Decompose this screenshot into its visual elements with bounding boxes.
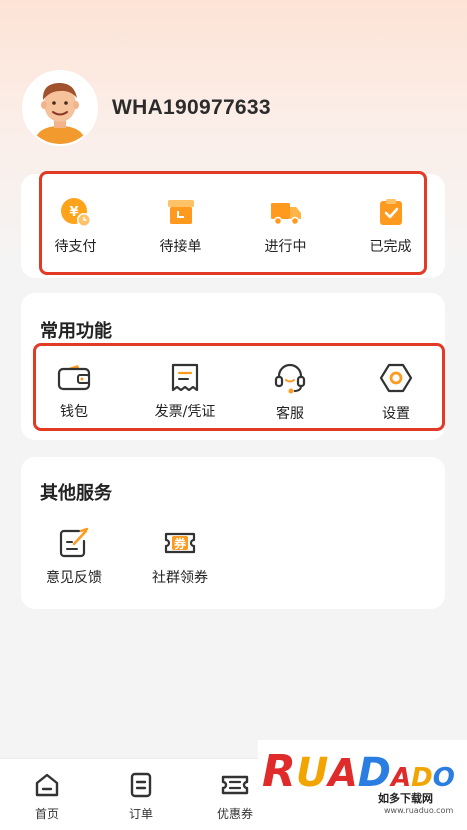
order-pending-payment[interactable]: ¥ 待支付 <box>41 196 110 256</box>
truck-icon <box>270 203 301 226</box>
common-functions-row: 钱包 发票/凭证 客服 设置 <box>36 361 442 423</box>
profile-header: WHA190977633 <box>22 70 271 146</box>
tab-home-label: 首页 <box>34 807 59 821</box>
settings-label: 设置 <box>382 406 410 422</box>
username: WHA190977633 <box>112 96 271 119</box>
wallet-coin-icon: ¥ <box>60 198 91 227</box>
watermark-url: www.ruaduo.com <box>384 806 454 815</box>
order-completed[interactable]: 已完成 <box>356 196 425 256</box>
feedback-entry[interactable]: 意见反馈 <box>37 527 111 587</box>
tab-coupons-label: 优惠券 <box>216 807 253 821</box>
other-services-card: 其他服务 意见反馈 券 社群领券 <box>21 457 445 609</box>
feedback-label: 意见反馈 <box>46 570 102 586</box>
community-coupon-entry[interactable]: 券 社群领券 <box>143 527 217 587</box>
order-icon <box>130 772 152 798</box>
customer-service-entry[interactable]: 客服 <box>252 361 328 423</box>
watermark-subtitle: 如多下载网 <box>378 792 433 805</box>
invoice-entry[interactable]: 发票/凭证 <box>140 361 230 423</box>
order-in-progress[interactable]: 进行中 <box>251 196 320 256</box>
wallet-icon <box>57 365 91 391</box>
coupon-icon: 券 <box>164 532 196 554</box>
coupon-glyph: 券 <box>173 536 187 551</box>
tab-orders-label: 订单 <box>128 807 153 821</box>
customer-service-label: 客服 <box>276 406 304 422</box>
order-in-progress-label: 进行中 <box>264 239 307 255</box>
box-clock-icon <box>167 200 194 224</box>
order-awaiting-acceptance[interactable]: 待接单 <box>146 196 215 256</box>
avatar[interactable] <box>22 70 98 146</box>
clipboard-check-icon <box>379 199 402 225</box>
order-pending-payment-label: 待支付 <box>54 239 97 255</box>
order-awaiting-acceptance-label: 待接单 <box>159 239 202 255</box>
tab-home[interactable]: 首页 <box>0 759 94 830</box>
avatar-icon <box>24 72 96 144</box>
invoice-label: 发票/凭证 <box>154 404 216 420</box>
wallet-entry[interactable]: 钱包 <box>36 361 112 423</box>
coupon-tab-icon <box>221 775 249 795</box>
settings-entry[interactable]: 设置 <box>358 361 434 423</box>
wallet-label: 钱包 <box>60 404 88 420</box>
svg-text:¥: ¥ <box>69 205 78 220</box>
settings-hex-icon <box>379 363 413 393</box>
headset-icon <box>274 363 306 394</box>
community-coupon-label: 社群领券 <box>152 570 208 586</box>
order-completed-label: 已完成 <box>369 239 412 255</box>
receipt-icon <box>171 363 199 392</box>
feedback-icon <box>59 527 89 558</box>
tab-orders[interactable]: 订单 <box>94 759 188 830</box>
other-services-title: 其他服务 <box>40 483 112 504</box>
order-status-row: ¥ 待支付 待接单 进行中 已完成 <box>41 196 425 256</box>
home-icon <box>35 773 59 797</box>
common-functions-title: 常用功能 <box>40 321 112 342</box>
watermark-logo: RUADADO 如多下载网 www.ruaduo.com <box>258 740 467 830</box>
